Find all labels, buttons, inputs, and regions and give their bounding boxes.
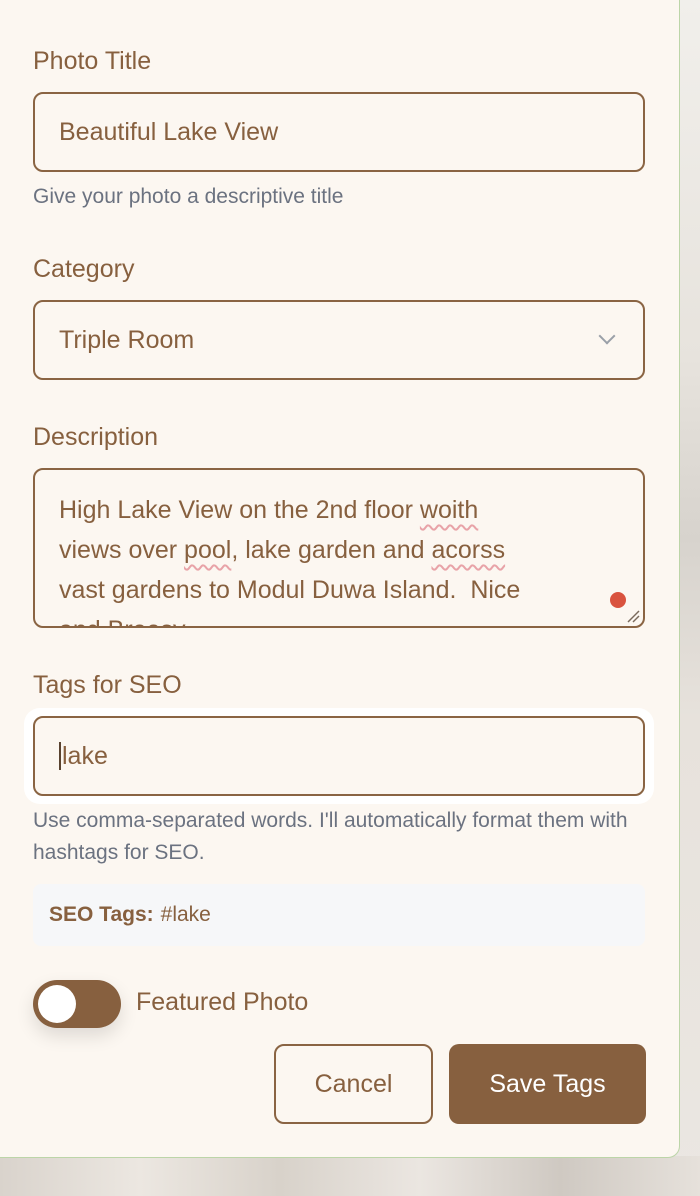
- chevron-down-icon: [598, 327, 616, 345]
- text-cursor: [59, 742, 61, 770]
- seo-tags-value: #lake: [160, 903, 211, 926]
- toggle-knob: [38, 985, 76, 1023]
- category-selected-value: Triple Room: [59, 325, 195, 354]
- edit-photo-panel: Photo Title Beautiful Lake View Give you…: [0, 0, 680, 1158]
- category-select[interactable]: Triple Room: [33, 300, 645, 380]
- photo-title-hint: Give your photo a descriptive title: [33, 185, 344, 208]
- description-textarea[interactable]: High Lake View on the 2nd floor woith vi…: [33, 468, 645, 628]
- tags-value: lake: [62, 741, 108, 770]
- misspelled-word: woith: [419, 496, 479, 524]
- cancel-button[interactable]: Cancel: [274, 1044, 433, 1124]
- photo-title-value: Beautiful Lake View: [59, 117, 279, 146]
- category-label: Category: [33, 255, 135, 283]
- description-value: High Lake View on the 2nd floor woith vi…: [59, 496, 521, 626]
- tags-input[interactable]: lake: [33, 716, 645, 796]
- featured-label: Featured Photo: [136, 988, 309, 1016]
- backdrop-blur-bottom: [0, 1156, 700, 1196]
- seo-tags-preview: SEO Tags: #lake: [33, 884, 645, 946]
- description-label: Description: [33, 423, 159, 451]
- tags-label: Tags for SEO: [33, 671, 182, 699]
- backdrop-blur-right: [678, 0, 700, 1196]
- photo-title-label: Photo Title: [33, 47, 152, 75]
- tags-hint: Use comma-separated words. I'll automati…: [33, 809, 628, 864]
- seo-tags-label: SEO Tags:: [49, 903, 154, 926]
- misspelled-word: pool: [184, 536, 232, 564]
- resize-grip-icon[interactable]: [626, 609, 640, 623]
- save-tags-button[interactable]: Save Tags: [449, 1044, 646, 1124]
- grammar-indicator-dot[interactable]: [610, 592, 626, 608]
- photo-title-input[interactable]: Beautiful Lake View: [33, 92, 645, 172]
- misspelled-word: acorss: [431, 536, 506, 564]
- featured-toggle[interactable]: [33, 980, 121, 1028]
